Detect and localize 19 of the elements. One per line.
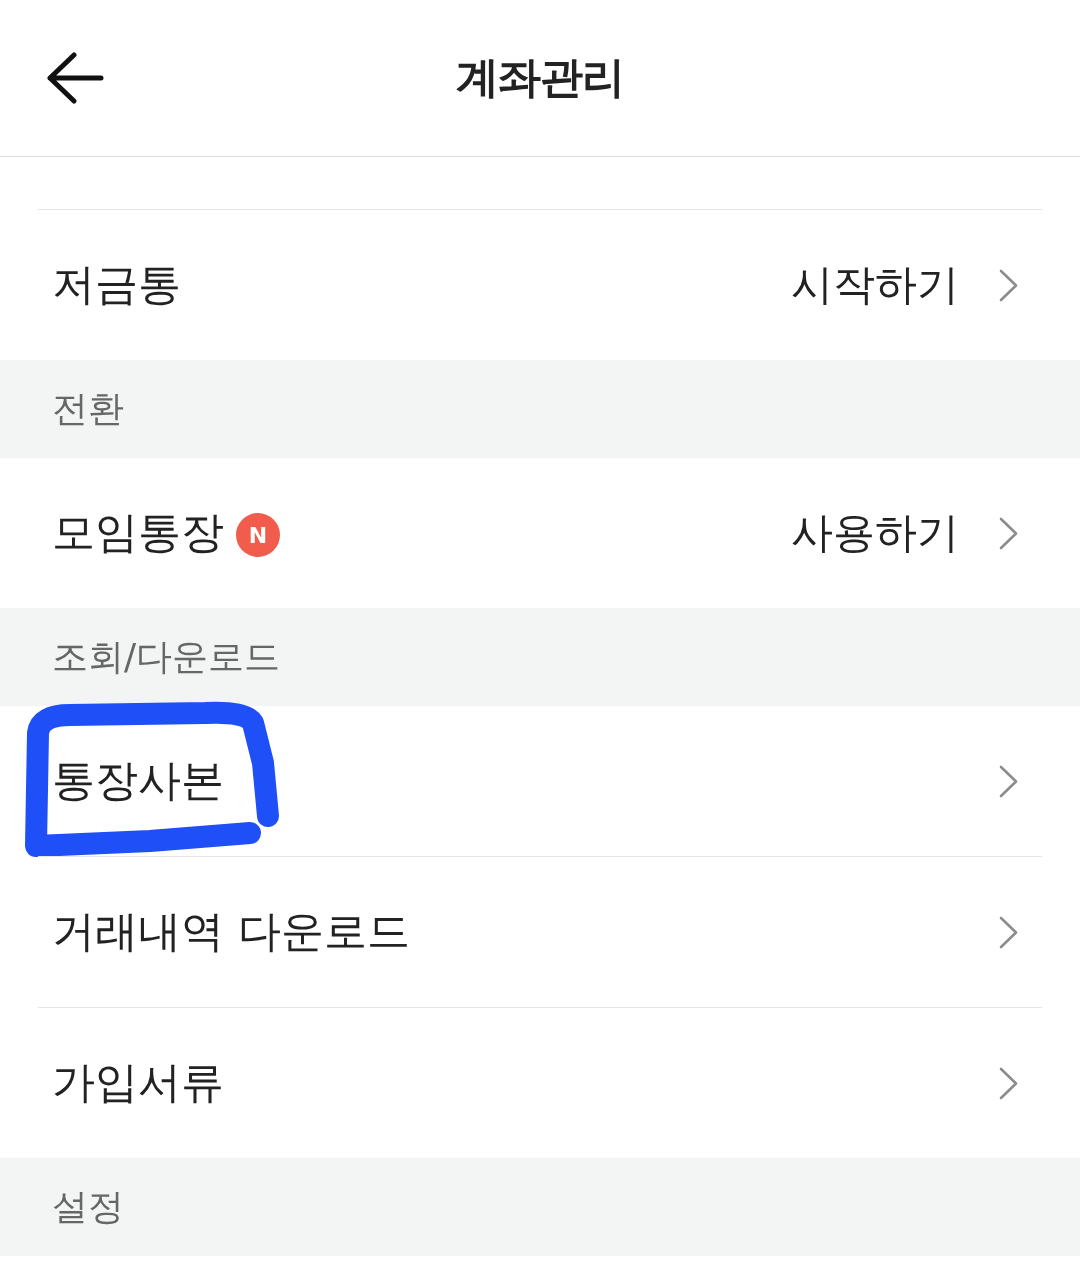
action-link[interactable]: 시작하기 (791, 257, 959, 313)
section-title: 전환 (52, 386, 124, 431)
menu-item-label[interactable]: 저금통 (52, 256, 181, 314)
back-button[interactable] (46, 52, 104, 104)
menu-item-label[interactable]: 가입서류 (52, 1054, 224, 1112)
chevron-right-icon (999, 268, 1018, 302)
section-title: 조회/다운로드 (52, 634, 281, 679)
chevron-right-icon (999, 1066, 1018, 1100)
action-link[interactable]: 사용하기 (791, 505, 959, 561)
arrow-left-icon (46, 52, 104, 104)
chevron-right-icon (999, 764, 1018, 798)
chevron-right-icon (999, 516, 1018, 550)
new-badge: N (236, 513, 280, 557)
chevron-right-icon (999, 915, 1018, 949)
section-title: 설정 (52, 1184, 124, 1229)
menu-item-label[interactable]: 모임통장 (52, 504, 224, 562)
menu-item-label[interactable]: 통장사본 (52, 752, 224, 810)
screen-title: 계좌관리 (456, 51, 624, 104)
menu-item-label[interactable]: 거래내역 다운로드 (52, 903, 410, 961)
